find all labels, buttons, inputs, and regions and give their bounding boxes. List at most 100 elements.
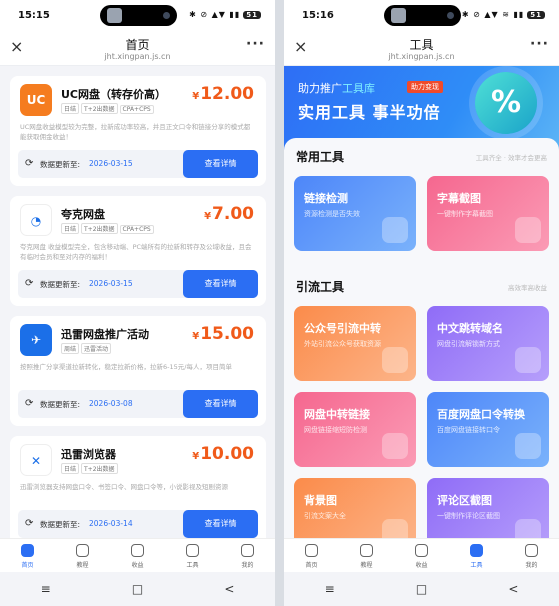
title-bar: × 工具 jht.xingpan.js.cn ··· [284, 32, 559, 66]
more-menu-icon[interactable]: ··· [530, 36, 549, 52]
tab-user[interactable]: 我的 [504, 539, 559, 572]
tool-description: 网盘链接缩短防检测 [304, 426, 367, 434]
tab-graduation[interactable]: 教程 [339, 539, 394, 572]
app-logo-icon: ✕ [20, 444, 52, 476]
tab-label: 收益 [131, 562, 144, 569]
status-bar: 15:16 ✱ ⊘ ▲▼ ≋ ▮▮ 51 [284, 0, 559, 32]
tab-label: 首页 [21, 562, 34, 569]
tab-label: 工具 [186, 562, 199, 569]
home-button[interactable]: □ [416, 582, 427, 596]
card-title: 夸克网盘 [61, 208, 105, 221]
update-date: 2026-03-08 [89, 399, 133, 408]
home-button[interactable]: □ [132, 582, 143, 596]
tab-cube[interactable]: 工具 [449, 539, 504, 572]
project-card[interactable]: ✕ 迅雷浏览器 日结 T+2出数据 ¥10.00 迅雷浏览器支持网盘口令、书签口令、网盘口… [10, 436, 266, 542]
tool-description: 网盘引流解锁新方式 [437, 340, 500, 348]
refresh-icon: ⟳ [25, 278, 34, 289]
status-time: 15:16 [302, 10, 334, 21]
bottom-tab-bar: 首页 教程 收益 工具 我的 [0, 538, 275, 572]
tab-cube[interactable]: 工具 [165, 539, 220, 572]
tab-label: 首页 [305, 562, 318, 569]
update-bar: ⟳ 数据更新至: 2026-03-15 查看详情 [18, 270, 258, 298]
tool-description: 引流文案大全 [304, 512, 346, 520]
graduation-icon [76, 544, 89, 557]
tool-description: 资源检测是否失效 [304, 210, 360, 218]
back-button[interactable]: < [508, 582, 518, 596]
section-traffic-tools-hint: 高效率高收益 [508, 284, 547, 292]
tool-description: 外站引流公众号获取资源 [304, 340, 381, 348]
back-button[interactable]: < [224, 582, 234, 596]
refresh-icon: ⟳ [25, 158, 34, 169]
tool-tile[interactable]: 百度网盘口令转换 百度网盘链接转口令 [427, 392, 549, 467]
tag-badge: T+2出数据 [81, 103, 118, 114]
home-screen: 15:15 ✱ ⊘ ▲▼ ▮▮ 51 × 首页 jht.xingpan.js.cn… [0, 0, 275, 606]
more-menu-icon[interactable]: ··· [246, 36, 265, 52]
view-details-button[interactable]: 查看详情 [183, 390, 258, 418]
tag-badge: T+2出数据 [81, 463, 118, 474]
project-card[interactable]: ◔ 夸克网盘 日结 T+2出数据 CPA+CPS ¥7.00 夸克网盘 收益模型完全，包含移… [10, 196, 266, 306]
home-icon [21, 544, 34, 557]
tool-title: 中文跳转域名 [437, 322, 503, 335]
price-currency: ¥ [204, 211, 212, 222]
update-bar: ⟳ 数据更新至: 2026-03-08 查看详情 [18, 390, 258, 418]
tool-tile[interactable]: 网盘中转链接 网盘链接缩短防检测 [294, 392, 416, 467]
app-logo-icon: UC [20, 84, 52, 116]
update-date: 2026-03-15 [89, 279, 133, 288]
price-value: 12.00 [200, 84, 254, 104]
tab-chart[interactable]: 收益 [394, 539, 449, 572]
signal-icons: ✱ ⊘ ▲▼ ▮▮ [189, 10, 241, 19]
home-icon [305, 544, 318, 557]
tab-home[interactable]: 首页 [0, 539, 55, 572]
view-details-button[interactable]: 查看详情 [183, 270, 258, 298]
section-traffic-tools-title: 引流工具 [296, 280, 345, 294]
tool-tile[interactable]: 公众号引流中转 外站引流公众号获取资源 [294, 306, 416, 381]
view-details-button[interactable]: 查看详情 [183, 150, 258, 178]
system-icons: ✱ ⊘ ▲▼ ▮▮ 51 [189, 10, 261, 19]
notification-thumbnail [107, 8, 122, 23]
recents-button[interactable]: ≡ [325, 582, 335, 596]
user-icon [525, 544, 538, 557]
status-bar: 15:15 ✱ ⊘ ▲▼ ▮▮ 51 [0, 0, 275, 32]
update-label: 数据更新至: [40, 160, 81, 169]
camera-dot [163, 12, 170, 19]
tag-badge: 日结 [61, 103, 80, 114]
update-label: 数据更新至: [40, 400, 81, 409]
camera-dot [447, 12, 454, 19]
tool-description: 一键制作评论区截图 [437, 512, 500, 520]
tool-tile[interactable]: 中文跳转域名网盘引流解锁新方式 [427, 306, 549, 381]
tool-tile[interactable]: 背景图 引流文案大全 [294, 478, 416, 542]
system-nav-bar: ≡ □ < [284, 572, 559, 606]
page-title: 工具 [409, 38, 434, 52]
project-card[interactable]: UC UC网盘（转存价高） 日结 T+2出数据 CPA+CPS ¥12.00 UC网盘收益模… [10, 76, 266, 186]
tab-graduation[interactable]: 教程 [55, 539, 110, 572]
chart-icon [131, 544, 144, 557]
dynamic-island [384, 5, 461, 26]
price-currency: ¥ [192, 331, 200, 342]
section-common-tools-title: 常用工具 [296, 150, 345, 164]
recents-button[interactable]: ≡ [41, 582, 51, 596]
tab-home[interactable]: 首页 [284, 539, 339, 572]
tab-user[interactable]: 我的 [220, 539, 275, 572]
tool-tile[interactable]: 链接检测资源检测是否失效 [294, 176, 416, 251]
card-description: 夸克网盘 收益模型完全，包含移动端、PC端所有的拉新和转存及公域收益，且会有临时… [20, 243, 252, 261]
system-icons: ✱ ⊘ ▲▼ ≋ ▮▮ 51 [462, 10, 545, 19]
tab-chart[interactable]: 收益 [110, 539, 165, 572]
tab-label: 教程 [76, 562, 89, 569]
project-card[interactable]: ✈ 迅雷网盘推广活动 周结 迅雷活动 ¥15.00 按照推广分享渠道拉新转化，稳定拉新价格… [10, 316, 266, 426]
tool-title: 链接检测 [304, 192, 348, 205]
tool-decoration-icon [382, 347, 408, 373]
card-tags: 日结 T+2出数据 CPA+CPS [61, 103, 156, 114]
page-url: jht.xingpan.js.cn [104, 52, 171, 61]
banner-badge: 助力变现 [407, 81, 443, 93]
card-tags: 日结 T+2出数据 CPA+CPS [61, 223, 156, 234]
price-currency: ¥ [192, 91, 200, 102]
tool-tile[interactable]: 字幕截图 一键制作字幕截图 [427, 176, 549, 251]
update-label: 数据更新至: [40, 280, 81, 289]
tag-badge: T+2出数据 [81, 223, 118, 234]
tag-badge: CPA+CPS [119, 105, 154, 114]
refresh-icon: ⟳ [25, 518, 34, 529]
tab-label: 我的 [241, 562, 254, 569]
view-details-button[interactable]: 查看详情 [183, 510, 258, 538]
tool-tile[interactable]: 评论区截图 一键制作评论区截图 [427, 478, 549, 542]
page-url: jht.xingpan.js.cn [388, 52, 455, 61]
